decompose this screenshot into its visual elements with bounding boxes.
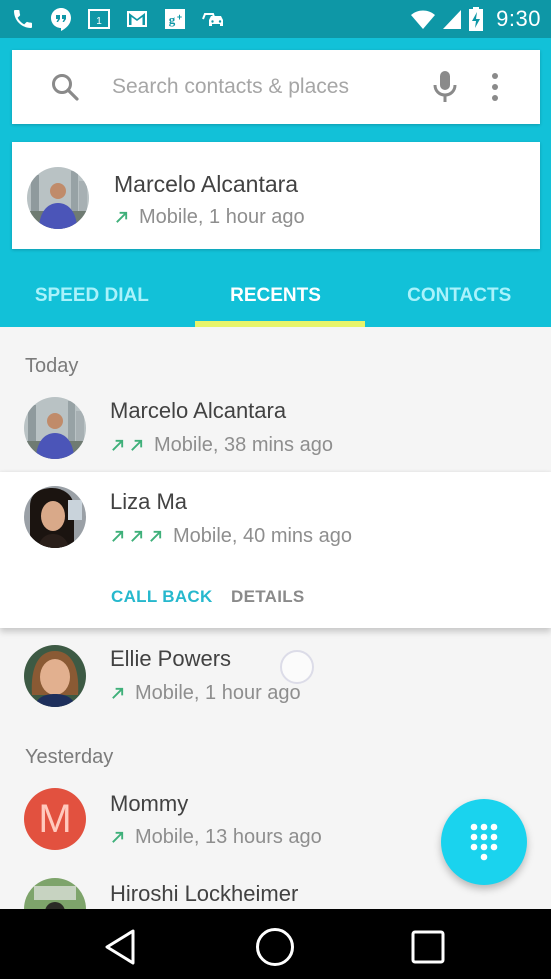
gmail-icon [124,6,150,32]
contact-name: Hiroshi Lockheimer [110,881,299,906]
svg-text:1: 1 [96,16,102,27]
cell-signal-icon [442,6,462,32]
call-detail: Mobile, 40 mins ago [110,525,352,548]
header: Marcelo Alcantara Mobile, 1 hour ago SPE… [0,38,551,327]
avatar [24,645,86,707]
touch-indicator [280,650,314,684]
tab-recents[interactable]: RECENTS [184,271,368,327]
search-bar[interactable] [12,50,540,124]
call-detail: Mobile, 1 hour ago [114,206,305,229]
tab-indicator [195,321,365,327]
details-button[interactable]: DETAILS [231,587,305,607]
outgoing-call-icons [110,529,163,544]
google-plus-icon: g + [162,6,188,32]
car-icon [200,6,226,32]
call-detail-text: Mobile, 40 mins ago [173,525,352,547]
phone-icon [10,6,36,32]
call-detail: Mobile, 1 hour ago [110,682,301,705]
avatar [24,397,86,459]
search-icon[interactable] [50,72,80,107]
contact-name: Liza Ma [110,489,188,514]
outgoing-call-icon [131,530,143,542]
call-detail-text: Mobile, 1 hour ago [135,682,301,704]
recents-icon [411,930,445,964]
avatar [27,167,89,229]
back-icon [105,929,135,965]
contact-name: Marcelo Alcantara [114,171,299,197]
avatar [24,878,86,912]
dialpad-button[interactable] [441,799,527,885]
home-icon [256,928,294,966]
recent-call-item[interactable]: Marcelo Alcantara Mobile, 38 mins ago [0,392,551,472]
home-button[interactable] [255,927,295,967]
mic-icon[interactable] [432,70,458,109]
clock: 9:30 [496,6,541,31]
letter-avatar: M [24,788,86,850]
call-detail-text: Mobile, 1 hour ago [139,206,305,228]
call-detail-text: Mobile, 38 mins ago [154,434,333,456]
status-bar: 1 g + 9:30 [0,0,551,38]
call-detail: Mobile, 13 hours ago [110,826,322,849]
avatar [24,486,86,548]
outgoing-call-icons [110,438,144,453]
contact-name: Mommy [110,791,189,816]
more-options-icon[interactable] [490,72,500,107]
navigation-bar [0,909,551,979]
wifi-icon [410,6,436,32]
back-button[interactable] [100,927,140,967]
outgoing-call-icon [116,211,128,223]
hangouts-icon [48,6,74,32]
outgoing-call-icons [110,830,125,845]
outgoing-call-icon [131,439,143,451]
recent-call-item-expanded[interactable]: Liza Ma Mobile, 40 mins ago CALL BACK DE… [0,472,551,628]
tab-speed-dial[interactable]: SPEED DIAL [0,271,184,327]
frequent-contact-card[interactable]: Marcelo Alcantara Mobile, 1 hour ago [12,142,540,249]
recent-apps-button[interactable] [408,927,448,967]
recent-call-item[interactable]: Ellie Powers Mobile, 1 hour ago [0,640,551,720]
outgoing-call-icon [112,439,124,451]
call-detail: Mobile, 38 mins ago [110,434,333,457]
call-detail-text: Mobile, 13 hours ago [135,826,322,848]
outgoing-call-icon [112,687,124,699]
svg-text:+: + [177,12,182,22]
contact-name: Ellie Powers [110,646,232,671]
outgoing-call-icons [110,686,125,701]
outgoing-call-icon [150,530,162,542]
outgoing-call-icons [114,210,129,225]
dialer-screen: 1 g + 9:30 Search contacts & places Marc… [0,0,551,979]
dialpad-icon [470,823,498,861]
section-header-today: Today [25,355,79,377]
outgoing-call-icon [112,530,124,542]
svg-text:g: g [169,12,176,27]
battery-charging-icon [468,6,484,32]
section-header-yesterday: Yesterday [25,746,114,768]
outgoing-call-icon [112,831,124,843]
contact-name: Marcelo Alcantara [110,398,287,423]
search-input[interactable] [112,68,422,106]
tab-bar: SPEED DIAL RECENTS CONTACTS [0,271,551,327]
calendar-icon: 1 [86,6,112,32]
tab-contacts[interactable]: CONTACTS [367,271,551,327]
call-back-button[interactable]: CALL BACK [111,587,213,607]
